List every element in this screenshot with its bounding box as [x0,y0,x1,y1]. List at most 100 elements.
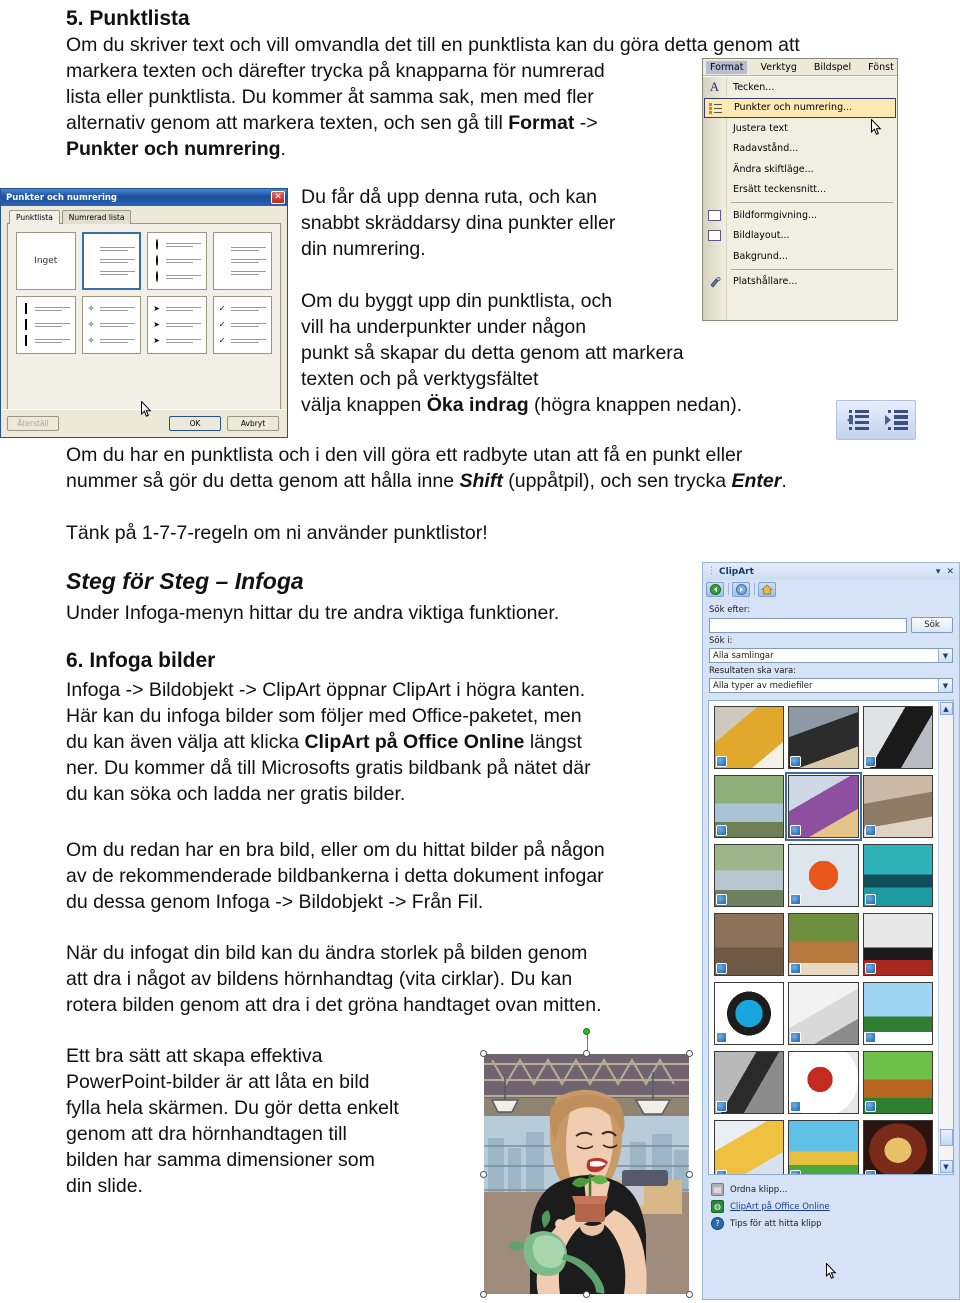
clipart-thumbnail[interactable] [862,844,933,907]
resize-handle-middle-right[interactable] [686,1170,693,1178]
menu-item-bakgrund[interactable]: Bakgrund... [703,246,897,267]
paragraph-2-line-1: Du får då upp denna ruta, och kan [301,186,597,208]
bullet-style-none[interactable]: Inget [16,232,76,290]
forward-icon[interactable] [732,581,750,597]
menu-item-tecken[interactable]: A Tecken... [703,77,897,98]
clipart-illustration [484,1054,689,1294]
paragraph-1-line-5: Punkter och numrering. [66,138,286,160]
resize-handle-bottom-left[interactable] [480,1291,487,1298]
close-icon[interactable]: ✕ [946,567,954,577]
chevron-down-icon[interactable]: ▼ [938,679,952,692]
back-icon[interactable] [706,581,724,597]
bullet-style-circle[interactable] [147,232,207,290]
online-badge-icon [864,756,876,767]
paragraph-5: Tänk på 1-7-7-regeln om ni använder punk… [66,522,488,544]
link-ordna-klipp[interactable]: ▤ Ordna klipp... [711,1181,953,1198]
menubar-item-verktyg[interactable]: Verktyg [756,61,800,74]
decrease-indent-icon[interactable] [845,409,869,431]
menu-item-andra-skiftlage[interactable]: Ändra skiftläge... [703,159,897,180]
menu-item-bildformgivning[interactable]: Bildformgivning... [703,205,897,226]
reset-button[interactable]: Återställ [7,416,59,431]
link-tips-hitta-klipp[interactable]: ? Tips för att hitta klipp [711,1215,953,1232]
clipart-thumbnail[interactable] [714,844,785,907]
menubar-item-fonster[interactable]: Fönst [864,61,897,74]
toolbar-separator [754,583,755,595]
clipart-thumbnail[interactable] [714,982,785,1045]
close-icon[interactable]: ✕ [271,191,285,204]
menu-item-platshallare[interactable]: Platshållare... [703,272,897,293]
clipart-thumbnail[interactable] [714,1120,785,1174]
paragraph-9-line-2: att dra i något av bildens hörnhandtag (… [66,968,573,990]
clipart-thumbnail[interactable] [862,706,933,769]
tab-panel-punktlista: Inget ✧ ✧ ✧ ➤ ➤ ➤ ✓ ✓ ✓ [7,223,281,425]
home-icon[interactable] [758,581,776,597]
toolbar-separator [728,583,729,595]
menu-item-justera-text[interactable]: Justera text [703,118,897,139]
menubar-item-format[interactable]: Format [706,60,748,74]
increase-indent-icon[interactable] [884,409,908,431]
bullet-style-hollow-square[interactable] [16,296,76,354]
clipart-thumbnail[interactable] [714,775,785,838]
scroll-up-icon[interactable]: ▲ [939,702,953,715]
bullet-style-square[interactable] [212,232,272,290]
tab-punktlista[interactable]: Punktlista [9,210,60,224]
clipart-navigation [703,580,959,598]
bullet-style-diamond[interactable]: ✧ ✧ ✧ [81,296,141,354]
clipart-thumbnail[interactable] [788,844,859,907]
selected-picture-woman-watering-plant[interactable] [480,1028,693,1298]
tab-numrerad-lista[interactable]: Numrerad lista [61,210,132,224]
resize-handle-top-center[interactable] [583,1050,590,1057]
results-scrollbar[interactable]: ▲ ▼ [938,701,953,1174]
link-clipart-office-online[interactable]: ◍ ClipArt på Office Online [711,1198,953,1215]
clipart-thumbnail[interactable] [862,913,933,976]
ok-button[interactable]: OK [169,416,221,431]
online-badge-icon [864,894,876,905]
bullet-style-check[interactable]: ✓ ✓ ✓ [212,296,272,354]
results-type-select[interactable]: Alla typer av mediefiler ▼ [709,678,953,693]
menu-separator [731,202,893,203]
menu-separator [731,268,893,270]
clipart-office-online-link-text[interactable]: ClipArt på Office Online [730,1202,830,1212]
paragraph-7-line-5: du kan söka och ladda ner gratis bilder. [66,783,406,805]
online-badge-icon [716,1032,727,1043]
resize-handle-bottom-right[interactable] [686,1291,693,1298]
menu-item-bildlayout[interactable]: Bildlayout... [703,226,897,247]
clipart-thumbnail[interactable] [862,775,933,838]
resize-handle-top-right[interactable] [686,1050,693,1057]
chevron-down-icon[interactable]: ▾ [936,567,941,577]
bullet-style-arrow[interactable]: ➤ ➤ ➤ [147,296,207,354]
scroll-down-icon[interactable]: ▼ [939,1160,953,1173]
resize-handle-bottom-center[interactable] [583,1291,590,1298]
menu-item-ersatt-teckensnitt[interactable]: Ersätt teckensnitt... [703,180,897,201]
bullet-style-dot[interactable] [81,232,141,290]
paragraph-1-line-3: lista eller punktlista. Du kommer åt sam… [66,86,594,108]
menubar-item-bildspel[interactable]: Bildspel [810,61,855,74]
clipart-thumbnail[interactable] [862,1051,933,1114]
search-button[interactable]: Sök [911,617,953,633]
clipart-thumbnail[interactable] [862,1120,933,1174]
search-in-select[interactable]: Alla samlingar ▼ [709,648,953,663]
search-input[interactable] [709,617,907,633]
clipart-thumbnail[interactable] [788,1051,859,1114]
menu-item-punkter-och-numrering[interactable]: Punkter och numrering... [704,97,896,118]
clipart-thumbnail[interactable] [788,706,859,769]
resize-handle-top-left[interactable] [480,1050,487,1057]
clipart-thumbnail[interactable] [788,1120,859,1174]
clipart-thumbnail[interactable] [714,913,785,976]
resize-handle-middle-left[interactable] [480,1170,487,1178]
dialog-title: Punkter och numrering [6,192,118,203]
scrollbar-thumb[interactable] [939,1129,953,1146]
clipart-thumbnail[interactable] [714,706,785,769]
clipart-thumbnail[interactable] [788,913,859,976]
cancel-button[interactable]: Avbryt [227,416,279,431]
clipart-thumbnail[interactable] [862,982,933,1045]
format-menu-dropdown: A Tecken... Punkter och numrering... Jus… [703,76,897,320]
drag-handle-icon[interactable]: ⋮ [707,567,716,576]
menu-item-radavstand[interactable]: Radavstånd... [703,139,897,160]
paragraph-1-line-4: alternativ genom att markera texten, och… [66,112,598,134]
rotation-handle[interactable] [583,1028,590,1035]
clipart-thumbnail[interactable] [714,1051,785,1114]
chevron-down-icon[interactable]: ▼ [938,649,952,662]
clipart-thumbnail-selected[interactable] [785,772,862,841]
clipart-thumbnail[interactable] [788,982,859,1045]
